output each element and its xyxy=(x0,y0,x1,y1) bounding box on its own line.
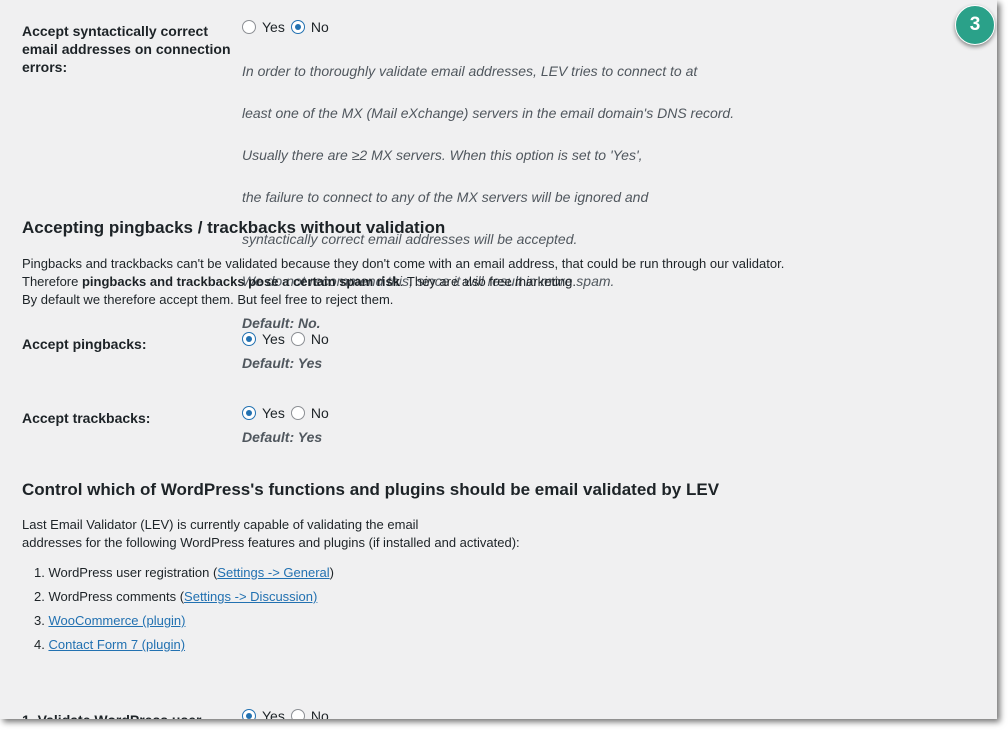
accept-pingbacks-radio-group: Yes No xyxy=(242,329,335,349)
mx-desc-line: the failure to connect to any of the MX … xyxy=(242,189,649,205)
functions-section-heading: Control which of WordPress's functions a… xyxy=(22,480,720,499)
mx-desc-line: In order to thoroughly validate email ad… xyxy=(242,63,698,79)
pingbacks-para-line2-post: . They are also free marketing. xyxy=(399,274,576,289)
settings-panel: Accept syntactically correct email addre… xyxy=(0,0,997,719)
list-item: 2. WordPress comments (Settings -> Discu… xyxy=(34,585,334,609)
pingbacks-para-line2: Therefore pingbacks and trackbacks pose … xyxy=(22,273,922,291)
list-item-suffix: ) xyxy=(329,565,335,580)
validate-wp-user-radio-group: Yes No xyxy=(242,706,335,719)
pingbacks-para-line2-pre: Therefore xyxy=(22,274,82,289)
settings-general-link[interactable]: Settings -> General xyxy=(217,565,329,580)
list-item-number: 1. xyxy=(34,565,45,580)
accept-trackbacks-no-radio[interactable] xyxy=(290,406,305,420)
accept-trackbacks-label: Accept trackbacks: xyxy=(22,410,151,426)
mx-option-radio-group: Yes No xyxy=(242,17,335,37)
accept-pingbacks-default: Default: Yes xyxy=(242,355,323,371)
mx-option-yes-label[interactable]: Yes xyxy=(262,19,285,35)
list-item: 4. Contact Form 7 (plugin) xyxy=(34,633,334,657)
accept-trackbacks-no-label[interactable]: No xyxy=(311,405,329,421)
list-item: 1. WordPress user registration (Settings… xyxy=(34,561,334,585)
functions-para-line2: addresses for the following WordPress fe… xyxy=(22,535,520,550)
accept-trackbacks-yes-label[interactable]: Yes xyxy=(262,405,285,421)
validate-wp-user-yes-label[interactable]: Yes xyxy=(262,708,285,719)
accept-pingbacks-label: Accept pingbacks: xyxy=(22,336,147,352)
functions-para-line1: Last Email Validator (LEV) is currently … xyxy=(22,517,419,532)
accept-trackbacks-default: Default: Yes xyxy=(242,429,323,445)
mx-option-label: Accept syntactically correct email addre… xyxy=(22,23,231,75)
mx-desc-line: least one of the MX (Mail eXchange) serv… xyxy=(242,105,735,121)
validate-wp-user-no-label[interactable]: No xyxy=(311,708,329,719)
mx-option-no-label[interactable]: No xyxy=(311,19,329,35)
woocommerce-plugin-link[interactable]: WooCommerce (plugin) xyxy=(48,613,185,628)
accept-pingbacks-no-label[interactable]: No xyxy=(311,331,329,347)
list-item-number: 4. xyxy=(34,637,45,652)
pingbacks-section-heading: Accepting pingbacks / trackbacks without… xyxy=(22,218,446,237)
supported-features-list: 1. WordPress user registration (Settings… xyxy=(34,561,334,657)
step-number-badge: 3 xyxy=(955,5,995,45)
list-item-number: 2. xyxy=(34,589,45,604)
pingbacks-para-line1: Pingbacks and trackbacks can't be valida… xyxy=(22,256,785,271)
validate-wp-user-no-radio[interactable] xyxy=(290,709,305,719)
list-item: 3. WooCommerce (plugin) xyxy=(34,609,334,633)
accept-trackbacks-radio-group: Yes No xyxy=(242,403,335,423)
pingbacks-section-description: Pingbacks and trackbacks can't be valida… xyxy=(22,255,922,309)
list-item-text: WordPress comments ( xyxy=(48,589,185,604)
accept-trackbacks-yes-radio[interactable] xyxy=(242,406,256,420)
mx-option-no-radio[interactable] xyxy=(290,20,305,34)
settings-discussion-link[interactable]: Settings -> Discussion) xyxy=(184,589,317,604)
list-item-text: WordPress user registration ( xyxy=(48,565,218,580)
accept-pingbacks-no-radio[interactable] xyxy=(290,332,305,346)
accept-pingbacks-yes-label[interactable]: Yes xyxy=(262,331,285,347)
pingbacks-para-line2-bold: pingbacks and trackbacks pose a certain … xyxy=(81,274,400,289)
pingbacks-para-line3: By default we therefore accept them. But… xyxy=(22,292,394,307)
accept-pingbacks-yes-radio[interactable] xyxy=(242,332,256,346)
contact-form-7-plugin-link[interactable]: Contact Form 7 (plugin) xyxy=(48,637,185,652)
list-item-number: 3. xyxy=(34,613,45,628)
mx-desc-line: Usually there are ≥2 MX servers. When th… xyxy=(242,147,643,163)
validate-wp-user-yes-radio[interactable] xyxy=(242,709,256,719)
functions-section-description: Last Email Validator (LEV) is currently … xyxy=(22,516,922,552)
mx-option-yes-radio[interactable] xyxy=(242,20,256,34)
